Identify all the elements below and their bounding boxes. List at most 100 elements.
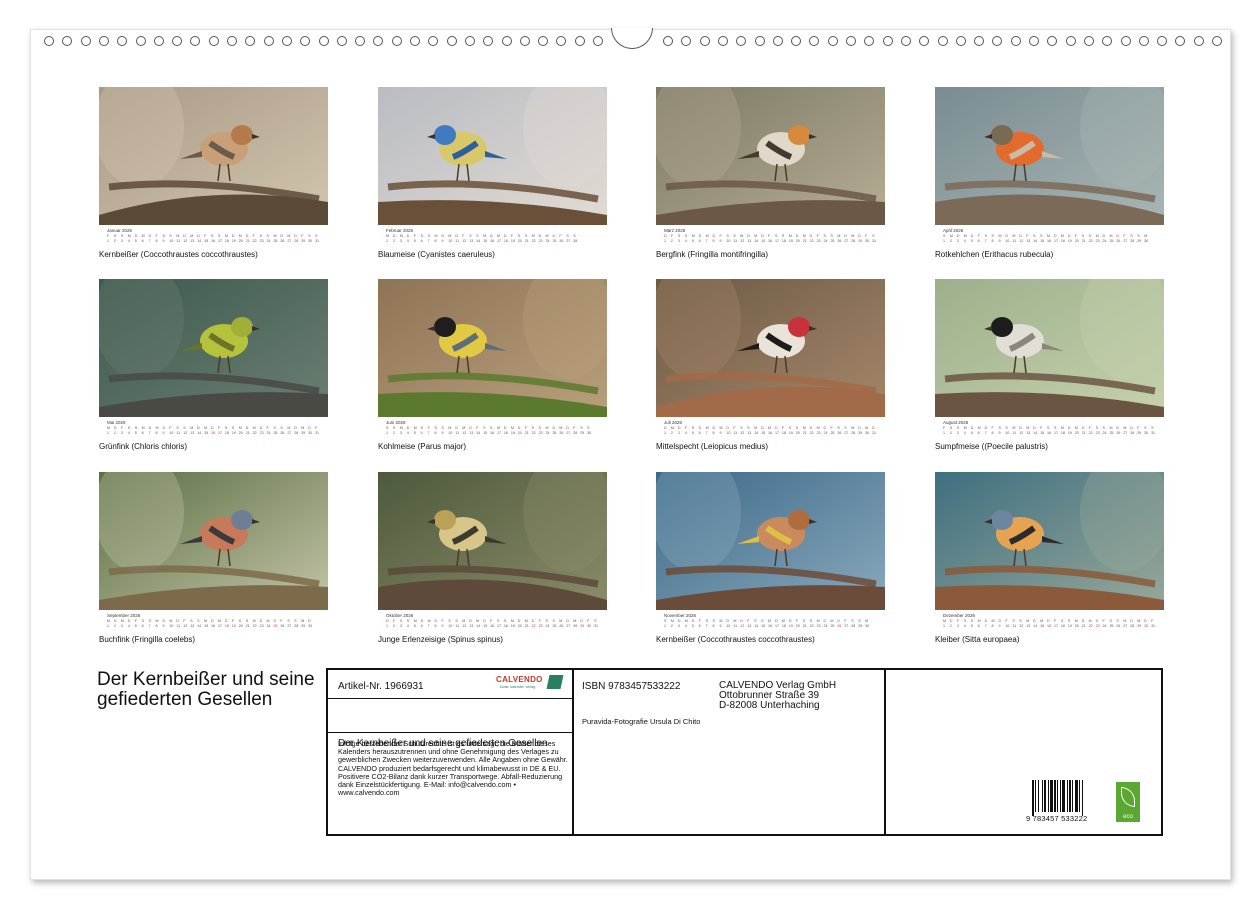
weekday-letter: F [1053, 619, 1057, 623]
day-number: 21 [245, 239, 250, 243]
day-number: 29 [301, 239, 306, 243]
day-number: 26 [559, 431, 564, 435]
day-number: 12 [462, 431, 467, 435]
weekday-letter: D [392, 234, 396, 238]
day-number: 20 [1074, 624, 1079, 628]
weekday-letter: M [273, 234, 277, 238]
month-label: Januar 2026 [107, 228, 133, 233]
day-number: 1 [386, 239, 388, 243]
day-number: 23 [538, 624, 543, 628]
weekday-letter: S [517, 234, 521, 238]
barcode-number: 9 783457 533222 [1026, 814, 1088, 823]
weekday-letter: S [963, 619, 967, 623]
weekday-letter: M [448, 426, 452, 430]
day-number: 27 [844, 239, 849, 243]
binding-ring-icon [1010, 36, 1021, 46]
day-number: 22 [252, 431, 257, 435]
day-number: 9 [998, 624, 1001, 628]
day-number: 6 [977, 239, 980, 243]
weekday-letter: F [107, 234, 110, 238]
day-number: 25 [273, 624, 278, 628]
day-number: 27 [1123, 431, 1128, 435]
bird-photo [99, 87, 328, 225]
weekday-letter: D [747, 234, 750, 238]
weekday-letter: D [1130, 619, 1133, 623]
bird-photo [99, 472, 328, 610]
binding-ring-icon [538, 36, 549, 46]
day-number: 13 [747, 239, 752, 243]
weekday-letter: M [1012, 234, 1016, 238]
day-number: 12 [1019, 239, 1024, 243]
month-panel: Juli 2026 D 1 M 2 D 3 F 4 S 5 S 6 M 7 D 8 M 9 D 10 F 11 S 12 S 13 M… [656, 279, 885, 454]
weekday-letter: D [1067, 234, 1071, 238]
day-number: 1 [664, 624, 666, 628]
weekday-letter: M [531, 234, 535, 238]
day-number: 2 [113, 624, 116, 628]
day-number: 11 [176, 431, 181, 435]
day-number: 10 [448, 239, 453, 243]
weekday-letter: D [998, 619, 1002, 623]
day-number: 14 [754, 431, 759, 435]
day-number: 12 [183, 431, 188, 435]
weekday-letter: M [1026, 619, 1030, 623]
weekday-letter: S [1137, 234, 1140, 238]
day-number: 24 [823, 624, 828, 628]
weekday-letter: D [483, 619, 486, 623]
weekday-letter: S [259, 234, 262, 238]
day-number: 3 [399, 239, 402, 243]
weekday-letter: S [273, 426, 276, 430]
day-number: 4 [127, 624, 130, 628]
weekday-letter: M [141, 234, 145, 238]
weekday-letter: M [1109, 234, 1113, 238]
bird-caption: Kohlmeise (Parus major) [378, 442, 467, 451]
day-number: 16 [490, 239, 495, 243]
weekday-letter: D [1019, 426, 1022, 430]
weekday-letter: M [754, 234, 758, 238]
weekday-letter: F [1005, 619, 1008, 623]
weekday-letter: S [531, 426, 535, 430]
weekday-letter: S [698, 426, 702, 430]
weekday-letter: M [865, 426, 869, 430]
weekday-letter: F [587, 619, 590, 623]
bird-photo [378, 279, 607, 417]
weekday-letter: S [837, 426, 840, 430]
day-number: 26 [559, 624, 564, 628]
weekday-letter: M [977, 619, 981, 623]
binding-ring-icon [1212, 36, 1222, 46]
weekday-letter: M [1088, 619, 1092, 623]
day-number: 24 [266, 431, 271, 435]
day-number: 25 [830, 431, 835, 435]
day-number: 31 [315, 239, 320, 243]
day-number: 21 [802, 431, 807, 435]
weekday-letter: S [238, 619, 242, 623]
binding-ring-icon [501, 36, 512, 46]
weekday-letter: M [719, 426, 723, 430]
weekday-letter: S [476, 234, 479, 238]
weekday-letter: M [943, 619, 946, 623]
month-panel: August 2026 F 1 S 2 S 3 M 4 D 5 M 6 D 7 F 8 S 9 S 10 M 11 D 12 M 1… [935, 279, 1164, 454]
day-number: 9 [719, 624, 722, 628]
day-number: 28 [851, 624, 856, 628]
weekday-letter: D [1081, 426, 1085, 430]
weekday-letter: S [441, 426, 444, 430]
day-number: 23 [816, 624, 821, 628]
day-number: 28 [1130, 431, 1135, 435]
publisher-line: D-82008 Unterhaching [719, 700, 820, 711]
weekday-letter: D [455, 234, 458, 238]
day-number: 23 [1095, 239, 1100, 243]
day-number: 12 [740, 431, 745, 435]
day-number: 19 [510, 239, 515, 243]
day-number: 17 [774, 624, 779, 628]
binding-ring-icon [428, 36, 439, 46]
day-number: 21 [802, 239, 807, 243]
weekday-letter: M [448, 234, 452, 238]
weekday-letter: F [252, 234, 255, 238]
weekday-letter: S [823, 234, 826, 238]
weekday-letter: S [795, 426, 799, 430]
weekday-letter: F [1026, 234, 1029, 238]
weekday-letter: M [476, 619, 480, 623]
day-number: 10 [169, 431, 174, 435]
weekday-letter: M [204, 426, 208, 430]
bird-caption: Kleiber (Sitta europaea) [935, 635, 1020, 644]
weekday-letter: M [1123, 426, 1127, 430]
